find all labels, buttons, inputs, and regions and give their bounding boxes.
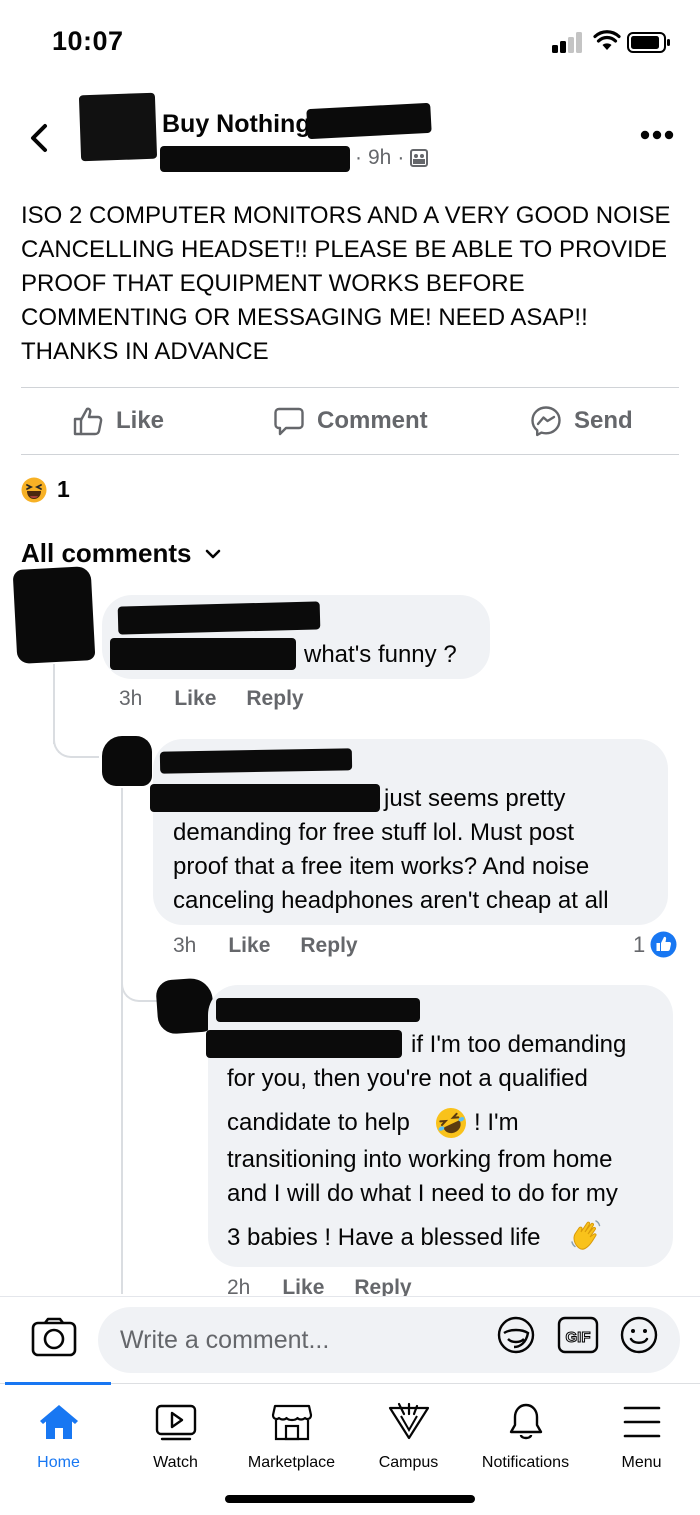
reaction-count: 1 xyxy=(57,476,70,502)
more-options-icon[interactable] xyxy=(640,130,674,140)
tab-label: Campus xyxy=(378,1454,439,1471)
redaction-mark xyxy=(160,146,350,172)
thumbs-up-icon xyxy=(73,407,103,436)
redaction-mark xyxy=(110,638,296,670)
send-label: Send xyxy=(574,407,633,434)
post-meta: · 9h · xyxy=(355,146,429,170)
post-actions: Like Comment Send xyxy=(0,388,700,454)
group-name[interactable]: Buy Nothing xyxy=(162,110,311,139)
post-body: ISO 2 COMPUTER MONITORS AND A VERY GOOD … xyxy=(21,202,671,365)
like-count-value: 1 xyxy=(633,931,646,957)
tab-campus[interactable]: Campus xyxy=(350,1384,467,1484)
commenter-avatar[interactable] xyxy=(12,566,96,664)
comment-text: what's funny ? xyxy=(304,641,457,668)
comment-reply-button[interactable]: Reply xyxy=(300,934,357,958)
tab-label: Watch xyxy=(153,1454,198,1471)
comment-text-line: transitioning into working from home xyxy=(227,1146,613,1173)
comment-text-line: candidate to help xyxy=(227,1109,410,1136)
comment-bubble-icon xyxy=(274,407,304,436)
comment-text-line: 3 babies ! Have a blessed life xyxy=(227,1224,541,1251)
comment-text-line: ! I'm xyxy=(474,1109,519,1136)
waving-hand-emoji-icon xyxy=(571,1220,601,1250)
comment-composer: GIF xyxy=(0,1296,700,1382)
status-time: 10:07 xyxy=(52,26,124,56)
comment-time: 3h xyxy=(173,934,197,957)
bell-icon xyxy=(509,1403,542,1440)
watch-icon xyxy=(155,1404,196,1441)
commenter-avatar[interactable] xyxy=(155,977,215,1035)
comment-text-line: proof that a free item works? And noise xyxy=(173,853,590,880)
commenter-avatar[interactable] xyxy=(102,736,152,786)
tab-menu[interactable]: Menu xyxy=(583,1384,700,1484)
comment-like-button[interactable]: Like xyxy=(228,934,270,958)
send-button[interactable]: Send xyxy=(530,388,633,454)
like-button[interactable]: Like xyxy=(72,388,164,454)
status-bar: 10:07 xyxy=(0,0,700,90)
tab-home[interactable]: Home xyxy=(0,1384,117,1484)
all-comments-filter[interactable]: All comments xyxy=(21,538,222,569)
thread-connector xyxy=(53,700,99,758)
bottom-tab-bar: Home Watch Marketplace Campus Notificati… xyxy=(0,1382,700,1515)
tab-label: Home xyxy=(37,1454,80,1471)
tab-label: Menu xyxy=(621,1454,662,1471)
comment-button[interactable]: Comment xyxy=(273,388,428,454)
redaction-mark xyxy=(159,748,353,774)
comment-label: Comment xyxy=(317,407,428,434)
thread-line xyxy=(121,788,123,1294)
redaction-mark xyxy=(150,784,380,812)
camera-icon[interactable] xyxy=(31,1317,77,1357)
redaction-mark xyxy=(117,601,321,635)
post-age: 9h xyxy=(368,146,392,169)
tab-notifications[interactable]: Notifications xyxy=(467,1384,584,1484)
rolling-laughing-emoji-icon xyxy=(436,1108,466,1138)
sticker-icon[interactable] xyxy=(496,1315,536,1355)
like-badge-icon xyxy=(650,931,677,958)
wifi-icon xyxy=(593,30,621,50)
messenger-icon xyxy=(531,406,561,437)
comment-text-line: canceling headphones aren't cheap at all xyxy=(173,887,609,914)
gif-icon[interactable]: GIF xyxy=(557,1316,599,1354)
comment-text-line: and I will do what I need to do for my xyxy=(227,1180,618,1207)
home-indicator[interactable] xyxy=(225,1495,475,1503)
chevron-down-icon xyxy=(205,549,220,558)
divider xyxy=(21,454,679,455)
redaction-mark xyxy=(306,102,432,140)
redaction-mark xyxy=(216,998,420,1022)
comment-text-line: if I'm too demanding xyxy=(411,1031,627,1058)
comment-text-line: for you, then you're not a qualified xyxy=(227,1065,588,1092)
group-privacy-icon xyxy=(410,149,429,167)
cellular-signal-icon xyxy=(552,31,584,53)
tab-label: Notifications xyxy=(481,1454,570,1471)
like-label: Like xyxy=(116,407,165,434)
emoji-icon[interactable] xyxy=(619,1315,659,1355)
post-header: Buy Nothing · 9h · xyxy=(0,90,700,180)
campus-icon xyxy=(388,1402,429,1440)
comment-text-line: demanding for free stuff lol. Must post xyxy=(173,819,575,846)
menu-icon xyxy=(623,1406,660,1438)
tab-marketplace[interactable]: Marketplace xyxy=(233,1384,350,1484)
tab-watch[interactable]: Watch xyxy=(117,1384,234,1484)
comment-reply-button[interactable]: Reply xyxy=(246,687,303,711)
tab-label: Marketplace xyxy=(247,1454,336,1471)
haha-emoji-icon xyxy=(21,477,47,502)
group-avatar[interactable] xyxy=(78,92,158,162)
home-icon xyxy=(39,1405,78,1439)
battery-icon xyxy=(627,32,670,53)
marketplace-icon xyxy=(271,1404,312,1441)
all-comments-label: All comments xyxy=(21,538,192,568)
comment-time: 3h xyxy=(119,687,143,710)
comment-text-line: just seems pretty xyxy=(384,785,566,812)
thread-connector xyxy=(121,950,157,1002)
comment-like-button[interactable]: Like xyxy=(174,687,216,711)
redaction-mark xyxy=(206,1030,402,1058)
reaction-summary[interactable]: 1 xyxy=(21,476,70,503)
back-chevron-icon[interactable] xyxy=(28,122,50,154)
svg-text:GIF: GIF xyxy=(566,1329,591,1346)
comment-meta: 3h Like Reply xyxy=(173,934,388,958)
comment-like-count[interactable]: 1 xyxy=(633,931,677,958)
comment-meta: 3h Like Reply xyxy=(119,687,334,711)
